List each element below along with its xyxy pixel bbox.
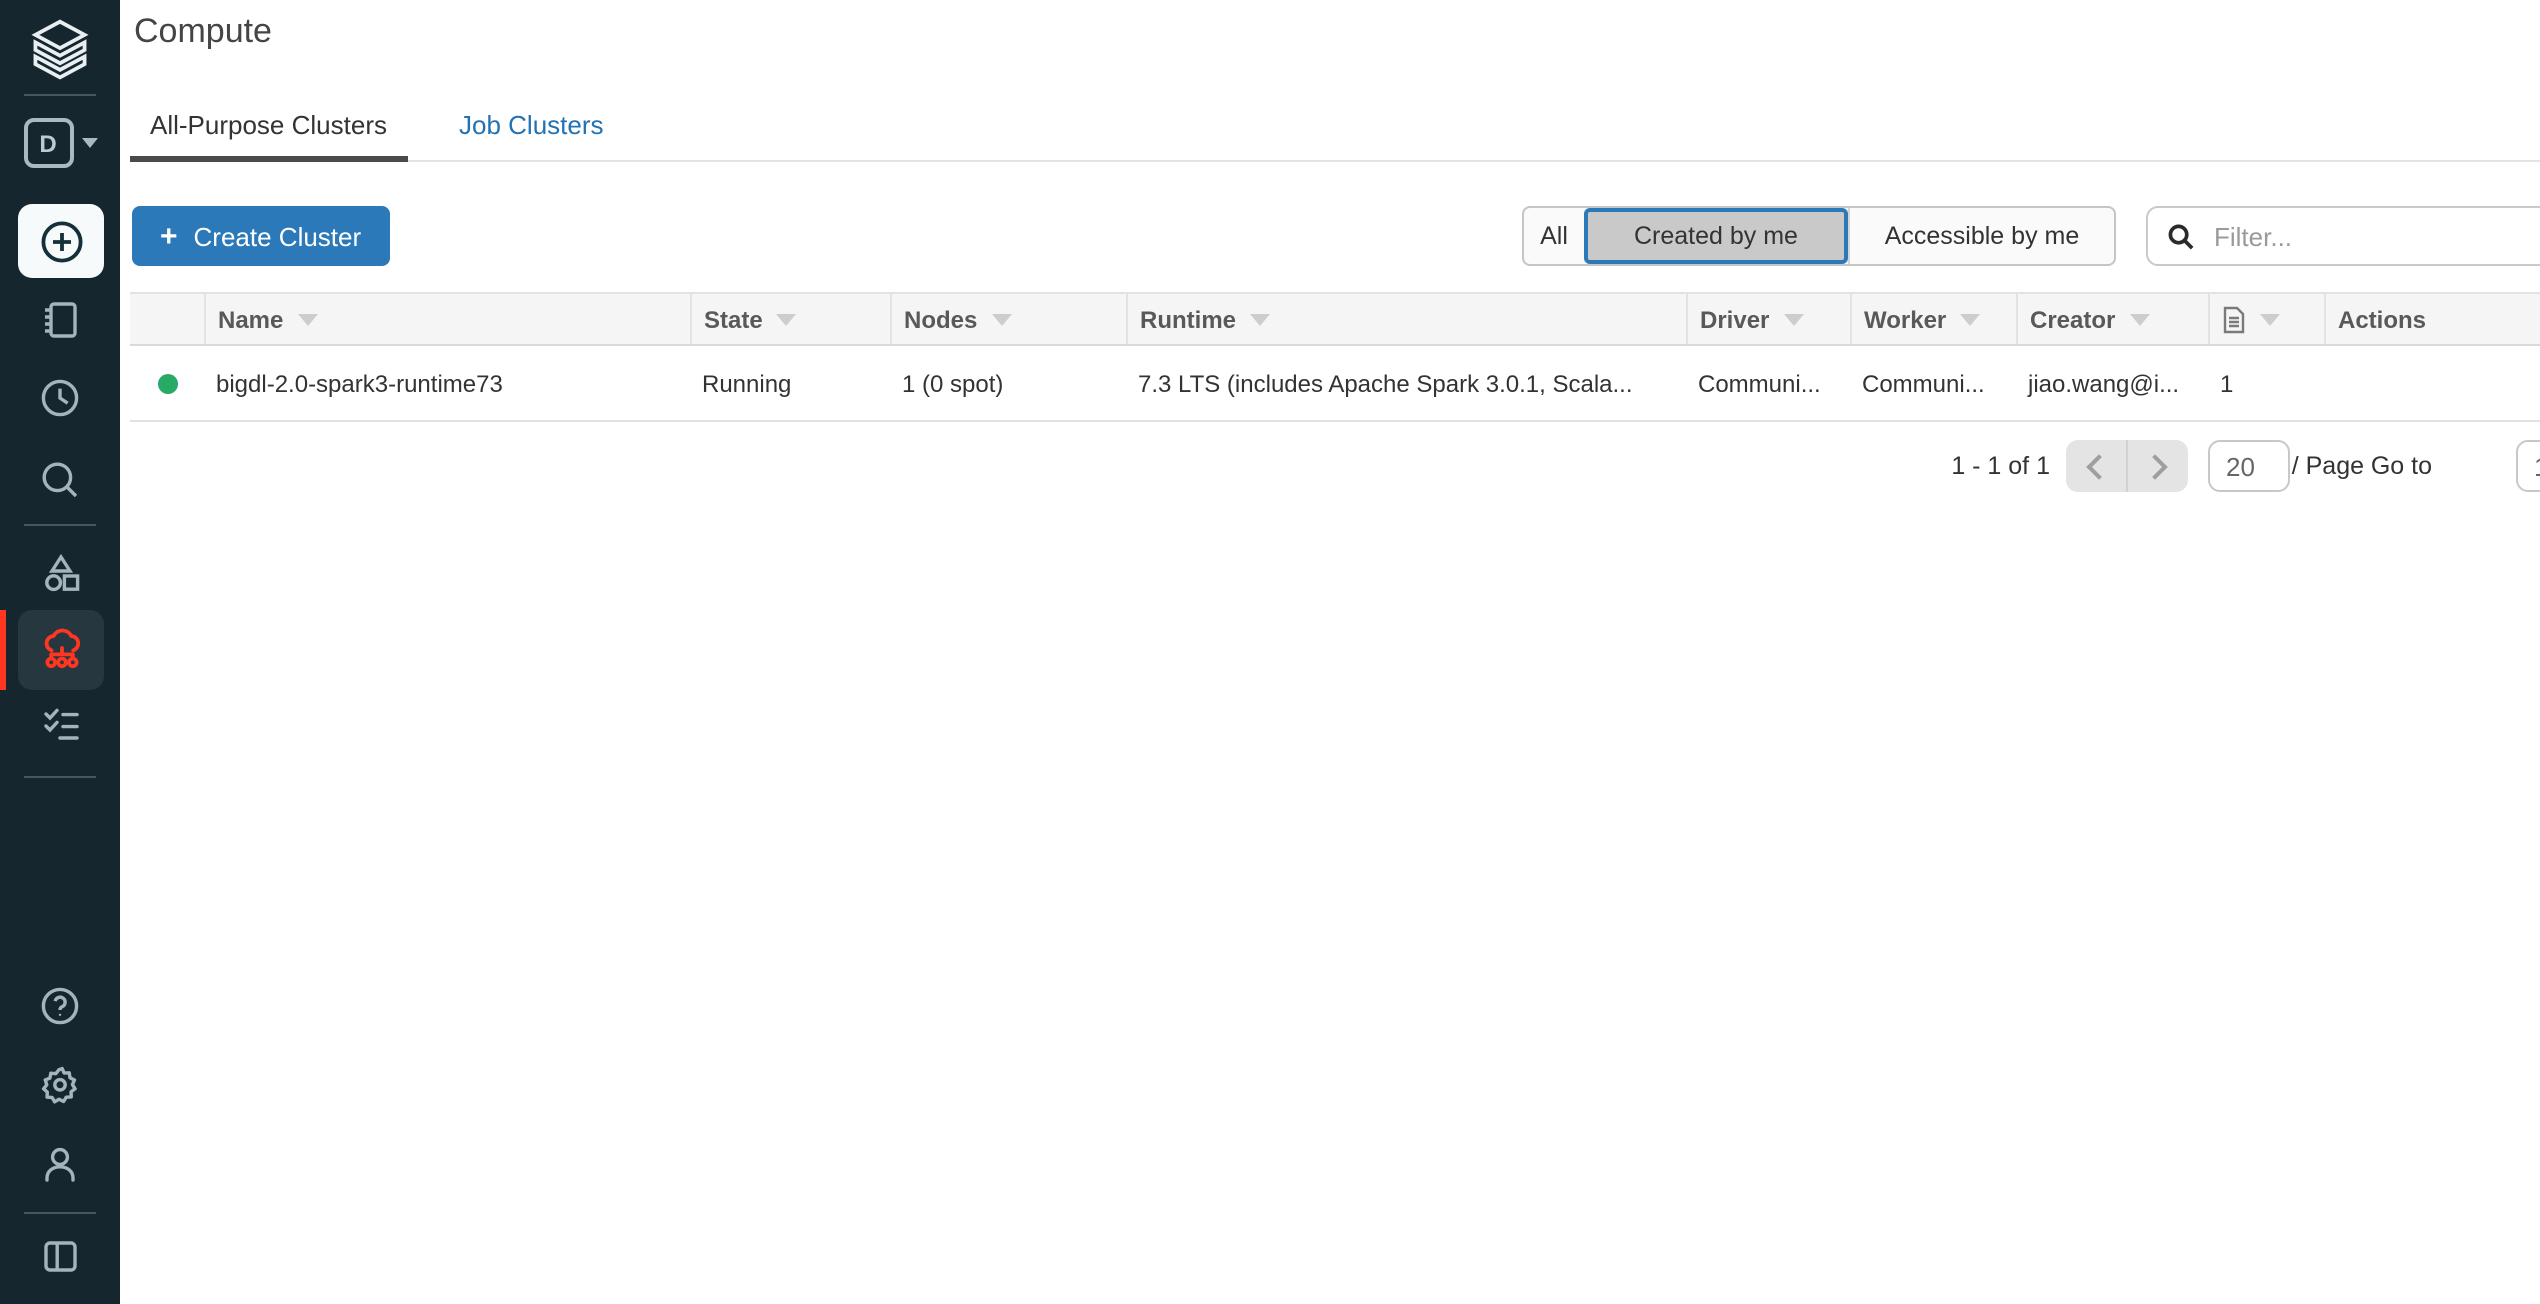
question-circle-icon [38,984,82,1028]
cluster-worker-cell: Communi... [1850,369,2016,397]
column-header-runtime[interactable]: Runtime [1126,294,1686,344]
sidebar: D [0,0,120,1304]
goto-page-input[interactable] [2516,440,2540,492]
sidebar-divider [24,776,96,778]
sort-caret-icon [297,313,317,325]
column-header-status [130,294,204,344]
chevron-down-icon [81,138,97,148]
sidebar-item-search[interactable] [0,458,120,502]
column-header-worker[interactable]: Worker [1850,294,2016,344]
app-window: D [0,0,2540,1304]
column-header-creator[interactable]: Creator [2016,294,2208,344]
column-header-actions: Actions [2324,294,2540,344]
running-status-dot [157,373,177,393]
sidebar-divider [24,524,96,526]
create-cluster-label: Create Cluster [194,221,362,251]
workspace-selector[interactable]: D [0,118,120,168]
chevron-left-icon [2086,453,2111,478]
sidebar-item-jobs[interactable] [0,702,120,746]
sidebar-item-recents[interactable] [0,376,120,420]
tab-bar: All-Purpose Clusters Job Clusters [130,94,2540,162]
cluster-driver-cell: Communi... [1686,369,1850,397]
column-header-nodes[interactable]: Nodes [890,294,1126,344]
filter-input[interactable] [2210,219,2518,253]
next-page-button[interactable] [2126,440,2188,492]
sort-caret-icon [1250,313,1270,325]
sort-caret-icon [777,313,797,325]
sidebar-item-collapse[interactable] [0,1234,120,1278]
sort-caret-icon [1783,313,1803,325]
notebook-file-icon [2222,305,2246,333]
page-size-input[interactable] [2208,440,2290,492]
cluster-name-cell[interactable]: bigdl-2.0-spark3-runtime73 [204,369,690,397]
tab-all-purpose-clusters[interactable]: All-Purpose Clusters [130,94,407,160]
sort-caret-icon [1960,313,1980,325]
sidebar-item-account[interactable] [0,1142,120,1186]
column-header-name[interactable]: Name [204,294,690,344]
gear-icon [38,1062,82,1106]
per-page-label: / Page [2292,440,2364,492]
column-header-driver[interactable]: Driver [1686,294,1850,344]
goto-label: Go to [2371,440,2432,492]
workspace-initial: D [23,118,73,168]
cluster-notebooks-cell: 1 [2208,369,2324,397]
scope-filter-group: All Created by me Accessible by me [1522,206,2116,266]
filter-created-by-me-button[interactable]: Created by me [1584,208,1848,264]
cluster-row[interactable]: bigdl-2.0-spark3-runtime73 Running 1 (0 … [130,346,2540,422]
search-icon [2168,223,2194,249]
column-header-state[interactable]: State [690,294,890,344]
cluster-creator-cell: jiao.wang@i... [2016,369,2208,397]
pagination-bar: 1 - 1 of 1 / Page Go to [120,440,2540,492]
filter-accessible-by-me-button[interactable]: Accessible by me [1848,208,2114,264]
cluster-runtime-cell: 7.3 LTS (includes Apache Spark 3.0.1, Sc… [1126,369,1686,397]
plus-circle-icon [37,217,85,265]
shapes-icon [38,550,82,594]
filter-search-box [2146,206,2540,266]
tab-job-clusters[interactable]: Job Clusters [439,94,624,160]
sort-caret-icon [2260,313,2280,325]
checklist-icon [38,702,82,746]
sort-caret-icon [2129,313,2149,325]
plus-icon: + [160,221,178,251]
databricks-logo[interactable] [0,14,120,86]
pagination-nav [2066,440,2188,492]
cluster-icon [37,626,85,674]
cluster-state-cell: Running [690,369,890,397]
page-title: Compute [134,12,272,52]
table-header-row: Name State Nodes Runtime Driver [130,292,2540,346]
sidebar-item-notebooks[interactable] [0,298,120,342]
databricks-stack-icon [26,16,94,84]
sidebar-item-help[interactable] [0,984,120,1028]
sidebar-item-settings[interactable] [0,1062,120,1106]
column-header-notebooks[interactable] [2208,294,2324,344]
notebook-icon [38,298,82,342]
sidebar-divider [24,94,96,96]
sidebar-item-compute[interactable] [18,610,104,690]
search-icon [38,458,82,502]
cluster-status-cell [130,373,204,393]
user-icon [38,1142,82,1186]
chevron-right-icon [2142,453,2167,478]
create-cluster-button[interactable]: + Create Cluster [132,206,389,266]
sidebar-item-create[interactable] [18,204,104,278]
pagination-range: 1 - 1 of 1 [1951,440,2050,492]
active-indicator [0,610,6,690]
main-content: Compute All-Purpose Clusters Job Cluster… [120,0,2540,1304]
sidebar-divider [24,1212,96,1214]
previous-page-button[interactable] [2066,440,2126,492]
sidebar-item-models[interactable] [0,550,120,594]
sort-caret-icon [991,313,1011,325]
clusters-table: Name State Nodes Runtime Driver [130,292,2540,422]
cluster-nodes-cell: 1 (0 spot) [890,369,1126,397]
clock-icon [38,376,82,420]
panel-left-icon [38,1234,82,1278]
filter-all-button[interactable]: All [1524,208,1584,264]
